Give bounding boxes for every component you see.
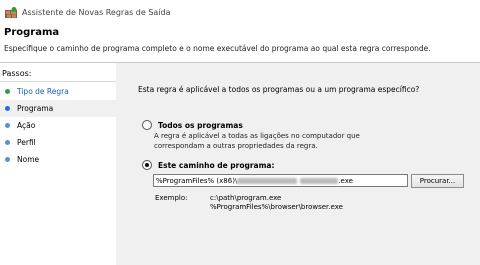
all-programs-option[interactable]: Todos os programas [142,120,243,130]
sidebar-item-programa[interactable]: Programa [0,100,116,117]
example-path-1: c:\path\program.exe [210,194,282,202]
page-header: Programa Especifique o caminho de progra… [0,24,480,62]
step-pending-icon [5,140,10,145]
step-done-icon [5,89,10,94]
sidebar-item-label: Ação [17,121,36,130]
program-path-input[interactable]: %ProgramFiles% (x86)\ .exe [153,174,408,187]
path-suffix: .exe [338,177,353,185]
step-pending-icon [5,123,10,128]
page-title: Programa [4,27,60,38]
main-panel: Esta regra é aplicável a todos os progra… [116,63,480,265]
sidebar-item-label: Tipo de Regra [17,87,69,96]
sidebar-item-acao: Ação [0,117,116,134]
program-path-radio[interactable] [142,160,152,170]
sidebar-item-label: Programa [17,104,54,113]
example-label: Exemplo: [155,194,188,202]
question-text: Esta regra é aplicável a todos os progra… [138,85,420,94]
example-path-2: %ProgramFiles%\browser\browser.exe [210,203,343,211]
redacted-segment [237,178,298,184]
browse-button[interactable]: Procurar... [411,174,464,188]
sidebar-item-label: Perfil [17,138,36,147]
sidebar-item-label: Nome [17,155,40,164]
all-programs-radio[interactable] [142,120,152,130]
sidebar-item-nome: Nome [0,151,116,168]
firewall-icon [5,6,17,18]
program-path-label[interactable]: Este caminho de programa: [158,161,275,170]
title-bar: Assistente de Novas Regras de Saída [0,0,480,24]
path-prefix: %ProgramFiles% (x86)\ [156,177,238,185]
steps-sidebar: Passos: Tipo de Regra Programa Ação Perf… [0,63,118,265]
page-description: Especifique o caminho de programa comple… [4,44,431,53]
program-path-option[interactable]: Este caminho de programa: [142,160,275,170]
sidebar-item-tipo-de-regra[interactable]: Tipo de Regra [0,83,116,100]
all-programs-description: A regra é aplicável a todas as ligações … [154,132,360,150]
steps-title: Passos: [0,69,118,82]
window-title: Assistente de Novas Regras de Saída [22,7,171,17]
redacted-segment [300,178,339,184]
step-pending-icon [5,157,10,162]
sidebar-item-perfil: Perfil [0,134,116,151]
step-current-icon [5,106,10,111]
all-programs-label[interactable]: Todos os programas [158,121,243,130]
